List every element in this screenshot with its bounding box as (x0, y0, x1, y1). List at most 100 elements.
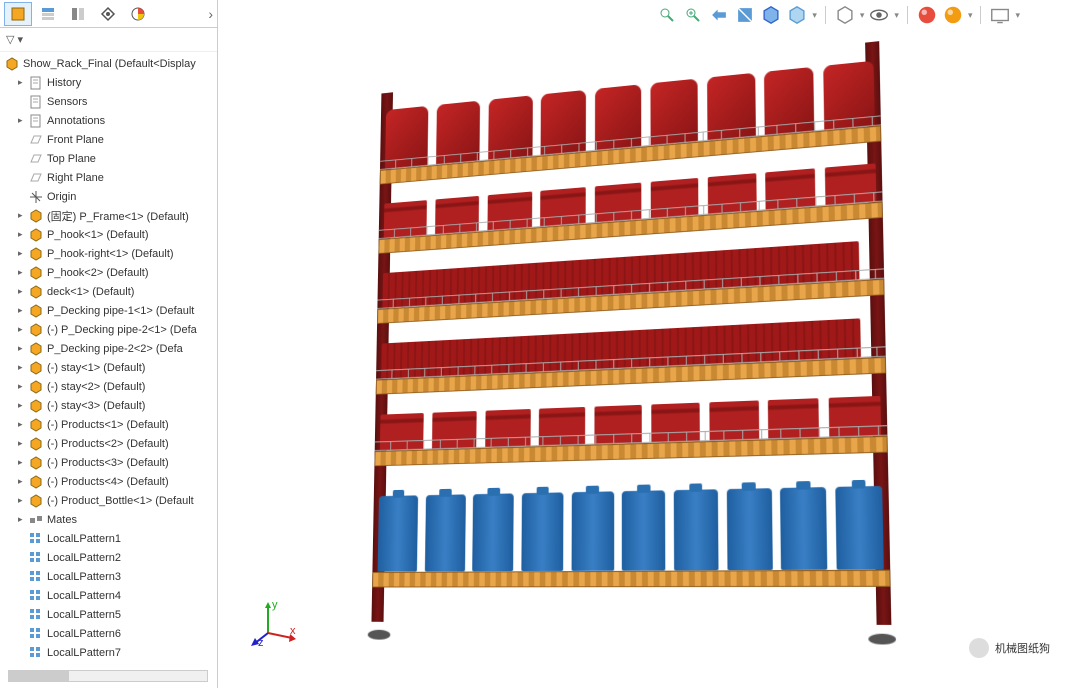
tree-item-label: P_Decking pipe-1<1> (Default (47, 305, 194, 317)
tree-item[interactable]: Right Plane (0, 168, 217, 187)
tree-item[interactable]: ▸(-) Products<3> (Default) (0, 453, 217, 472)
watermark: 机械图纸狗 (969, 638, 1050, 658)
tree-item[interactable]: ▸(-) P_Decking pipe-2<1> (Defa (0, 320, 217, 339)
tree-item[interactable]: ▸P_Decking pipe-2<2> (Defa (0, 339, 217, 358)
pattern-icon (28, 607, 44, 623)
part-icon (28, 493, 44, 509)
tree-item[interactable]: LocalLPattern3 (0, 567, 217, 586)
tree-item-label: (-) Products<1> (Default) (47, 419, 169, 431)
tree-item-label: (-) stay<3> (Default) (47, 400, 145, 412)
previous-view-icon[interactable] (708, 4, 730, 26)
svg-text:z: z (258, 637, 264, 648)
section-view-icon[interactable] (734, 4, 756, 26)
filter-icon[interactable]: ▽ ▾ (6, 33, 23, 46)
appearance-icon[interactable] (916, 4, 938, 26)
zoom-fit-icon[interactable] (656, 4, 678, 26)
tree-item[interactable]: ▸(固定) P_Frame<1> (Default) (0, 206, 217, 225)
tree-item[interactable]: Sensors (0, 92, 217, 111)
part-icon (28, 322, 44, 338)
tree-item-label: Top Plane (47, 153, 96, 165)
view-orientation-icon[interactable] (760, 4, 782, 26)
scene-icon[interactable] (942, 4, 964, 26)
eye-icon[interactable] (868, 4, 890, 26)
svg-text:x: x (290, 625, 296, 637)
tree-item-label: (-) Products<4> (Default) (47, 476, 169, 488)
tab-property-manager[interactable] (34, 2, 62, 26)
rack-model (346, 38, 924, 625)
tree-root-label: Show_Rack_Final (Default<Display (23, 58, 196, 70)
tree-item[interactable]: ▸(-) Products<2> (Default) (0, 434, 217, 453)
horizontal-scrollbar[interactable] (8, 670, 208, 682)
tree-item[interactable]: ▸deck<1> (Default) (0, 282, 217, 301)
tab-dimxpert-manager[interactable] (94, 2, 122, 26)
tree-item[interactable]: Origin (0, 187, 217, 206)
tree-item[interactable]: ▸P_hook<1> (Default) (0, 225, 217, 244)
part-icon (28, 284, 44, 300)
tree-item[interactable]: LocalLPattern2 (0, 548, 217, 567)
pattern-icon (28, 550, 44, 566)
render-icon[interactable] (989, 4, 1011, 26)
panel-chevron-icon[interactable]: › (208, 6, 213, 22)
part-icon (28, 455, 44, 471)
tree-item[interactable]: LocalLPattern5 (0, 605, 217, 624)
tree-item-label: LocalLPattern7 (47, 647, 121, 659)
orientation-triad: y x z (248, 598, 298, 648)
hide-show-icon[interactable] (834, 4, 856, 26)
viewport-3d[interactable]: ▾ ▾ ▾ ▾ ▾ (218, 0, 1080, 688)
tree-item-label: LocalLPattern6 (47, 628, 121, 640)
tree-item-label: Annotations (47, 115, 105, 127)
tree-item[interactable]: ▸History (0, 73, 217, 92)
tree-item[interactable]: ▸P_hook-right<1> (Default) (0, 244, 217, 263)
tree-item[interactable]: LocalLPattern4 (0, 586, 217, 605)
tree-item-label: LocalLPattern2 (47, 552, 121, 564)
part-icon (28, 227, 44, 243)
tree-item-label: P_hook-right<1> (Default) (47, 248, 174, 260)
tree-root[interactable]: Show_Rack_Final (Default<Display (0, 54, 217, 73)
tree-item-label: Right Plane (47, 172, 104, 184)
feature-manager-panel: › ▽ ▾ Show_Rack_Final (Default<Display ▸… (0, 0, 218, 688)
tree-item-label: Sensors (47, 96, 87, 108)
tree-item[interactable]: LocalLPattern1 (0, 529, 217, 548)
panel-tabs: › (0, 0, 217, 28)
tree-item[interactable]: ▸Annotations (0, 111, 217, 130)
tree-item[interactable]: Front Plane (0, 130, 217, 149)
part-icon (28, 417, 44, 433)
paper-icon (28, 75, 44, 91)
tree-item-label: (固定) P_Frame<1> (Default) (47, 208, 189, 224)
part-icon (28, 474, 44, 490)
tree-item-label: LocalLPattern1 (47, 533, 121, 545)
tab-display-manager[interactable] (124, 2, 152, 26)
tree-item-label: P_hook<2> (Default) (47, 267, 149, 279)
tree-item[interactable]: ▸P_Decking pipe-1<1> (Default (0, 301, 217, 320)
tree-item[interactable]: LocalLPattern7 (0, 643, 217, 662)
tab-feature-tree[interactable] (4, 2, 32, 26)
feature-tree: Show_Rack_Final (Default<Display ▸Histor… (0, 52, 217, 688)
tree-item-label: (-) Product_Bottle<1> (Default (47, 495, 194, 507)
tree-item[interactable]: ▸P_hook<2> (Default) (0, 263, 217, 282)
tab-configuration-manager[interactable] (64, 2, 92, 26)
part-icon (28, 398, 44, 414)
pattern-icon (28, 531, 44, 547)
mate-icon (28, 512, 44, 528)
tree-item[interactable]: LocalLPattern6 (0, 624, 217, 643)
tree-item-label: (-) Products<3> (Default) (47, 457, 169, 469)
part-icon (28, 246, 44, 262)
tree-item[interactable]: Top Plane (0, 149, 217, 168)
part-icon (28, 208, 44, 224)
zoom-area-icon[interactable] (682, 4, 704, 26)
part-icon (28, 303, 44, 319)
tree-item[interactable]: ▸(-) stay<3> (Default) (0, 396, 217, 415)
tree-item[interactable]: ▸(-) Products<4> (Default) (0, 472, 217, 491)
display-style-icon[interactable] (786, 4, 808, 26)
tree-item[interactable]: ▸(-) stay<1> (Default) (0, 358, 217, 377)
pattern-icon (28, 569, 44, 585)
tree-item-label: History (47, 77, 81, 89)
tree-item[interactable]: ▸(-) Product_Bottle<1> (Default (0, 491, 217, 510)
tree-item-label: Mates (47, 514, 77, 526)
tree-item[interactable]: ▸(-) Products<1> (Default) (0, 415, 217, 434)
tree-item[interactable]: ▸Mates (0, 510, 217, 529)
tree-item-label: (-) Products<2> (Default) (47, 438, 169, 450)
tree-item-label: Origin (47, 191, 76, 203)
tree-item-label: P_hook<1> (Default) (47, 229, 149, 241)
tree-item[interactable]: ▸(-) stay<2> (Default) (0, 377, 217, 396)
